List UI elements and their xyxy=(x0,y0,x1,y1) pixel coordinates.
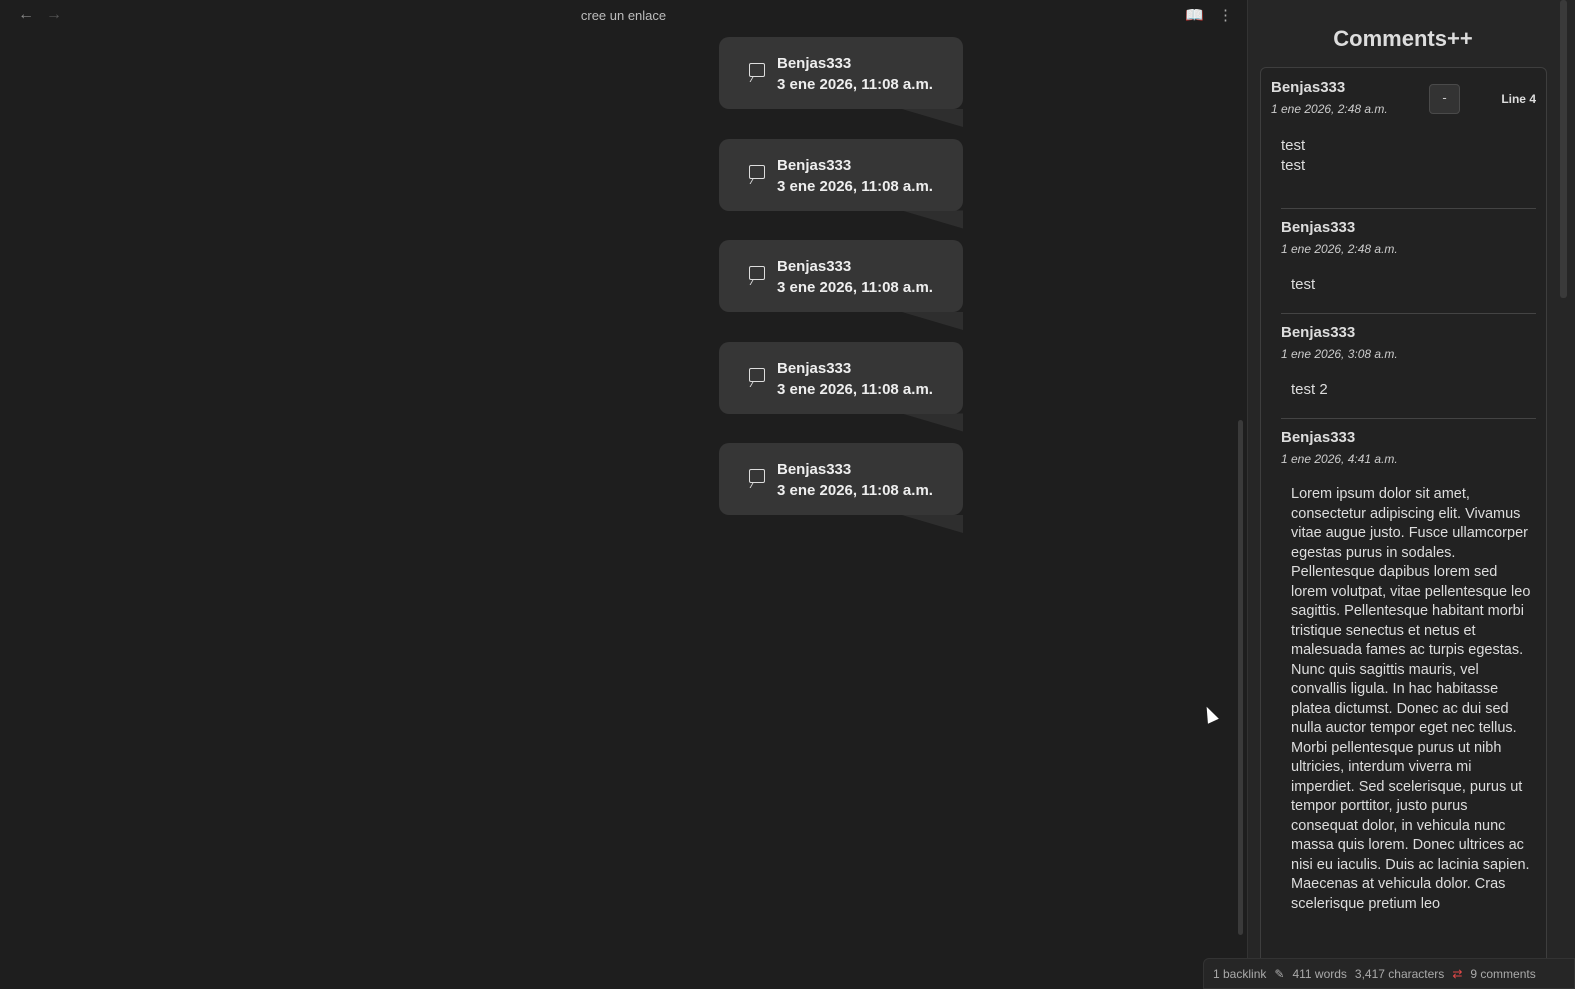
collapse-button[interactable]: - xyxy=(1429,84,1460,114)
comment-card[interactable]: Benjas333 3 ene 2026, 11:08 a.m. xyxy=(719,138,963,241)
card-author: Benjas333 xyxy=(777,156,852,174)
comment-card[interactable]: Benjas333 3 ene 2026, 11:08 a.m. xyxy=(719,443,963,545)
status-bar: 1 backlink ✎ 411 words 3,417 characters … xyxy=(1203,958,1575,989)
pencil-icon[interactable]: ✎ xyxy=(1274,967,1284,981)
comment-author: Benjas333 xyxy=(1281,429,1356,446)
thread-root-comment: Benjas333 1 ene 2026, 2:48 a.m. - Line 4… xyxy=(1261,68,1546,208)
editor-scrollbar[interactable] xyxy=(1238,420,1243,935)
comment-body: test 2 xyxy=(1291,381,1328,398)
more-options-icon[interactable]: ⋮ xyxy=(1218,6,1233,24)
comment-author: Benjas333 xyxy=(1281,324,1356,341)
card-author: Benjas333 xyxy=(777,258,852,275)
card-author: Benjas333 xyxy=(777,55,852,72)
comment-body: Lorem ipsum dolor sit amet, consectetur … xyxy=(1291,486,1531,912)
card-date: 3 ene 2026, 11:08 a.m. xyxy=(777,380,933,398)
comment-body: test xyxy=(1291,276,1316,293)
comment-card[interactable]: Benjas333 3 ene 2026, 11:08 a.m. xyxy=(719,341,963,444)
word-count: 411 words xyxy=(1292,966,1347,981)
comment-cards: Benjas333 3 ene 2026, 11:08 a.m. Benjas33… xyxy=(719,37,963,545)
comment-date: 1 ene 2026, 2:48 a.m. xyxy=(1271,102,1388,116)
comment-card[interactable]: Benjas333 3 ene 2026, 11:08 a.m. xyxy=(719,37,963,139)
comment-icon xyxy=(749,63,765,77)
card-author: Benjas333 xyxy=(777,461,852,478)
mouse-cursor-icon xyxy=(1201,704,1219,724)
view-header: ← → cree un enlace 📖 ⋮ xyxy=(0,0,1247,32)
comment-icon xyxy=(749,367,765,382)
comment-icon xyxy=(749,266,765,280)
line-link[interactable]: Line 4 xyxy=(1501,92,1536,106)
reply-comment: Benjas333 1 ene 2026, 2:48 a.m. test xyxy=(1281,208,1536,295)
card-date: 3 ene 2026, 11:08 a.m. xyxy=(777,76,933,93)
comment-body-line: test xyxy=(1281,137,1306,154)
comment-date: 1 ene 2026, 4:41 a.m. xyxy=(1281,452,1398,466)
backlinks-count[interactable]: 1 backlink xyxy=(1213,967,1266,981)
card-date: 3 ene 2026, 11:08 a.m. xyxy=(777,177,933,195)
editor-pane: ← → cree un enlace 📖 ⋮ Benjas333 3 ene 20… xyxy=(0,0,1247,989)
reply-comment: Benjas333 1 ene 2026, 3:08 a.m. test 2 xyxy=(1281,313,1536,400)
comment-author: Benjas333 xyxy=(1271,79,1346,96)
comment-thread: Benjas333 1 ene 2026, 2:48 a.m. - Line 4… xyxy=(1260,67,1547,967)
comment-icon xyxy=(749,469,765,483)
comment-card[interactable]: Benjas333 3 ene 2026, 11:08 a.m. xyxy=(719,240,963,342)
comment-body-line: test xyxy=(1281,157,1306,174)
card-date: 3 ene 2026, 11:08 a.m. xyxy=(777,482,933,499)
comments-sidebar: Comments++ Benjas333 1 ene 2026, 2:48 a.… xyxy=(1247,0,1575,989)
reply-comment: Benjas333 1 ene 2026, 4:41 a.m. Lorem ip… xyxy=(1281,418,1536,914)
comment-icon xyxy=(749,164,765,179)
character-count: 3,417 characters xyxy=(1354,966,1445,981)
sidebar-title: Comments++ xyxy=(1333,26,1473,51)
comments-count[interactable]: 9 comments xyxy=(1470,967,1535,981)
note-title[interactable]: cree un enlace xyxy=(0,8,1247,23)
card-author: Benjas333 xyxy=(777,359,852,377)
card-date: 3 ene 2026, 11:08 a.m. xyxy=(777,279,933,296)
comment-date: 1 ene 2026, 3:08 a.m. xyxy=(1281,347,1398,361)
sidebar-scrollbar[interactable] xyxy=(1560,0,1567,298)
reading-view-book-icon[interactable]: 📖 xyxy=(1185,6,1204,24)
sync-disabled-icon[interactable]: ⇄ xyxy=(1452,967,1462,981)
comment-date: 1 ene 2026, 2:48 a.m. xyxy=(1281,242,1398,256)
comment-author: Benjas333 xyxy=(1281,219,1356,236)
